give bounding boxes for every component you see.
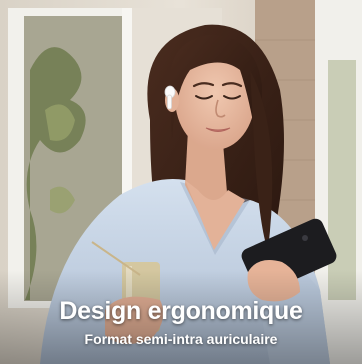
caption-title: Design ergonomique (59, 297, 303, 325)
right-window-glass (328, 60, 356, 300)
caption-subtitle: Format semi-intra auriculaire (84, 331, 278, 347)
product-image-card: Design ergonomique Format semi-intra aur… (0, 0, 362, 364)
caption-overlay: Design ergonomique Format semi-intra aur… (0, 294, 362, 364)
